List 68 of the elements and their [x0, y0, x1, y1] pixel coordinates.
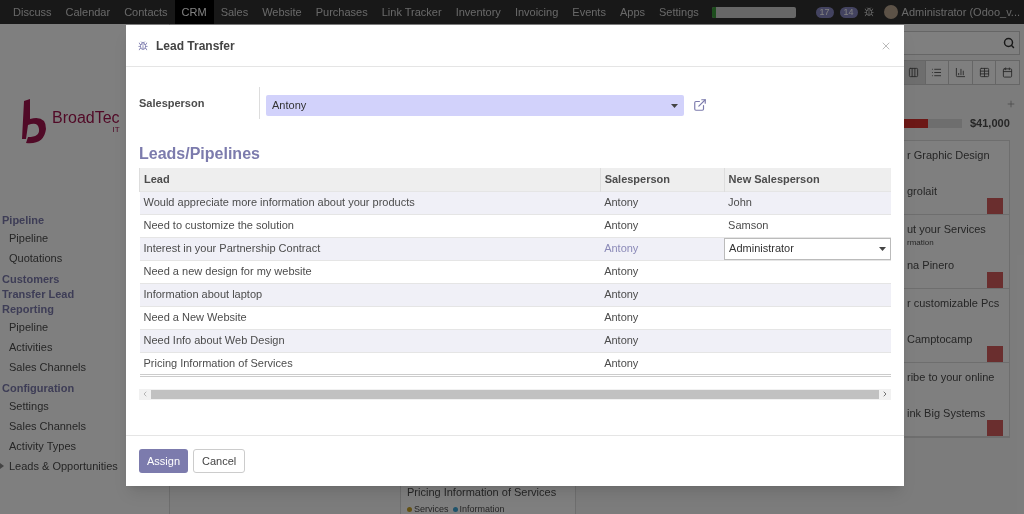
table-cell: Information about laptop [139, 283, 601, 306]
sidebar-item[interactable]: Leads & Opportunities [9, 457, 118, 475]
table-cell: Samson [724, 214, 891, 237]
tag-label: Services [414, 502, 449, 514]
tag-label: Information [459, 502, 505, 514]
sidebar-item[interactable]: Activities [9, 338, 53, 356]
nav-menu-item[interactable]: Calendar [58, 0, 118, 24]
sidebar-item[interactable]: Sales Channels [9, 417, 87, 435]
user-menu[interactable]: Administrator (Odoo_v... [901, 3, 1020, 21]
nav-menu-item[interactable]: Website [255, 0, 309, 24]
nav-menu-item[interactable]: Discuss [6, 0, 59, 24]
sidebar-item[interactable]: Pipeline [9, 229, 49, 247]
table-row[interactable]: Need a new design for my website Antony [139, 260, 891, 283]
dialog-title: Lead Transfer [156, 37, 235, 55]
table-cell: Need a new design for my website [139, 260, 601, 283]
nav-menu-item[interactable]: Invoicing [507, 0, 566, 24]
table-cell: Antony [600, 306, 725, 329]
card-tag: rmation [907, 237, 1003, 249]
table-row[interactable]: Need a New Website Antony [139, 306, 891, 329]
logo-subtext: IT [112, 126, 120, 134]
card-customer: na Pinero [907, 258, 956, 273]
card-title: r customizable Pcs [907, 295, 1001, 311]
column-total: $41,000 [970, 116, 1010, 131]
new-salesperson-select[interactable]: Administrator [724, 237, 891, 260]
card-title: ut your Services [907, 221, 987, 237]
table-cell: Antony [600, 260, 725, 283]
table-cell: Pricing Information of Services [139, 352, 601, 375]
nav-menu-item[interactable]: Inventory [448, 0, 508, 24]
table-cell: Interest in your Partnership Contract [139, 237, 601, 260]
table-cell: Need Info about Web Design [139, 329, 601, 352]
table-cell: Antony [600, 191, 725, 214]
sidebar-item[interactable]: Settings [9, 397, 49, 415]
card-title: r Graphic Design [907, 147, 991, 163]
nav-menu-item[interactable]: Contacts [117, 0, 175, 24]
sidebar-item[interactable]: Activity Types [9, 437, 77, 455]
table-cell: Antony [600, 283, 725, 306]
nav-menu-item[interactable]: Apps [612, 0, 652, 24]
table-cell: John [724, 191, 891, 214]
section-title: Leads/Pipelines [139, 144, 261, 164]
table-cell: Need a New Website [139, 306, 601, 329]
card-customer: Camptocamp [907, 332, 974, 347]
nav-menu-item[interactable]: CRM [174, 0, 214, 24]
nav-menu-item[interactable]: Link Tracker [374, 0, 449, 24]
field-label: Salesperson [139, 96, 206, 111]
table-cell: Need to customize the solution [139, 214, 601, 237]
table-cell: Would appreciate more information about your products [139, 191, 601, 214]
logo-text: BroadTec [52, 110, 120, 126]
cancel-button[interactable]: Cancel [193, 449, 246, 473]
sidebar-item[interactable]: Pipeline [9, 318, 49, 336]
card-title: ribe to your online [907, 369, 996, 385]
table-cell: Antony [600, 237, 725, 260]
sidebar-item[interactable]: Quotations [9, 249, 63, 267]
nav-menu-item[interactable]: Purchases [308, 0, 375, 24]
nav-menu-item[interactable]: Settings [652, 0, 706, 24]
sidebar-item[interactable]: Sales Channels [9, 358, 87, 376]
card-customer: grolait [907, 184, 938, 199]
table-row[interactable]: Pricing Information of Services Antony [139, 352, 891, 375]
salesperson-select[interactable]: Antony [266, 95, 684, 116]
table-cell: Antony [600, 352, 725, 375]
nav-menu-item[interactable]: Sales [213, 0, 256, 24]
table-cell: Antony [600, 214, 725, 237]
card-customer: ink Big Systems [907, 406, 987, 421]
assign-button[interactable]: Assign [139, 449, 189, 473]
table-row[interactable]: Need to customize the solution Antony Samson [139, 214, 891, 237]
table-row[interactable]: Need Info about Web Design Antony [139, 329, 891, 352]
card-title: Pricing Information of Services [407, 485, 558, 500]
nav-menu-item[interactable]: Events [565, 0, 613, 24]
table-cell: Antony [600, 329, 725, 352]
